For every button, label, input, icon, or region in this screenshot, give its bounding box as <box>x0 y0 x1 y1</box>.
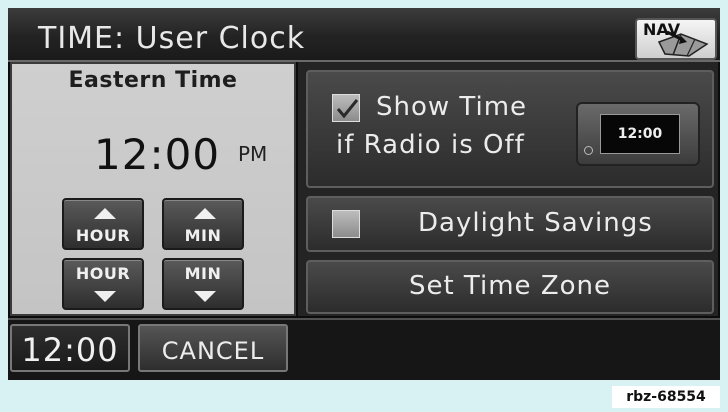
clock-panel: Eastern Time 12:00 PM HOUR MIN HOUR MIN <box>10 62 296 316</box>
hour-up-label: HOUR <box>75 226 131 245</box>
page-title: TIME: User Clock <box>38 21 306 56</box>
arrow-up-icon <box>94 208 116 219</box>
radio-knob-icon <box>584 146 593 155</box>
radio-display-screen: 12:00 <box>600 114 680 154</box>
options-panel: Show Time if Radio is Off 12:00 Daylight… <box>298 62 718 316</box>
checkmark-icon <box>336 99 359 119</box>
hour-down-label: HOUR <box>75 264 131 283</box>
cancel-label: CANCEL <box>161 337 265 365</box>
radio-display-icon: 12:00 <box>576 102 700 166</box>
min-down-label: MIN <box>184 264 222 283</box>
cancel-button[interactable]: CANCEL <box>138 324 288 372</box>
arrow-down-icon <box>194 291 216 302</box>
clock-time: 12:00 <box>94 130 221 179</box>
show-time-checkbox[interactable] <box>332 94 360 122</box>
radio-display-time: 12:00 <box>617 126 663 142</box>
arrow-down-icon <box>94 291 116 302</box>
hour-up-button[interactable]: HOUR <box>62 198 144 250</box>
am-pm-indicator: PM <box>238 142 268 166</box>
show-time-label: Show Time <box>376 92 528 122</box>
min-down-button[interactable]: MIN <box>162 258 244 310</box>
title-bar: TIME: User Clock NAV <box>8 8 720 62</box>
time-zone-label: Eastern Time <box>68 68 238 93</box>
daylight-savings-label: Daylight Savings <box>418 208 653 238</box>
arrow-up-icon <box>194 208 216 219</box>
daylight-savings-option[interactable]: Daylight Savings <box>306 196 714 252</box>
show-time-sublabel: if Radio is Off <box>336 130 525 160</box>
time-readout-value: 12:00 <box>21 331 119 369</box>
reference-code: rbz-68554 <box>612 386 720 408</box>
time-readout: 12:00 <box>10 324 130 372</box>
daylight-savings-checkbox[interactable] <box>332 210 360 238</box>
show-time-option[interactable]: Show Time if Radio is Off 12:00 <box>306 70 714 188</box>
min-up-label: MIN <box>184 226 222 245</box>
min-up-button[interactable]: MIN <box>162 198 244 250</box>
nav-button[interactable]: NAV <box>635 18 717 60</box>
nav-label: NAV <box>643 20 681 39</box>
hour-down-button[interactable]: HOUR <box>62 258 144 310</box>
set-time-zone-label: Set Time Zone <box>408 271 612 301</box>
set-time-zone-button[interactable]: Set Time Zone <box>306 260 714 314</box>
